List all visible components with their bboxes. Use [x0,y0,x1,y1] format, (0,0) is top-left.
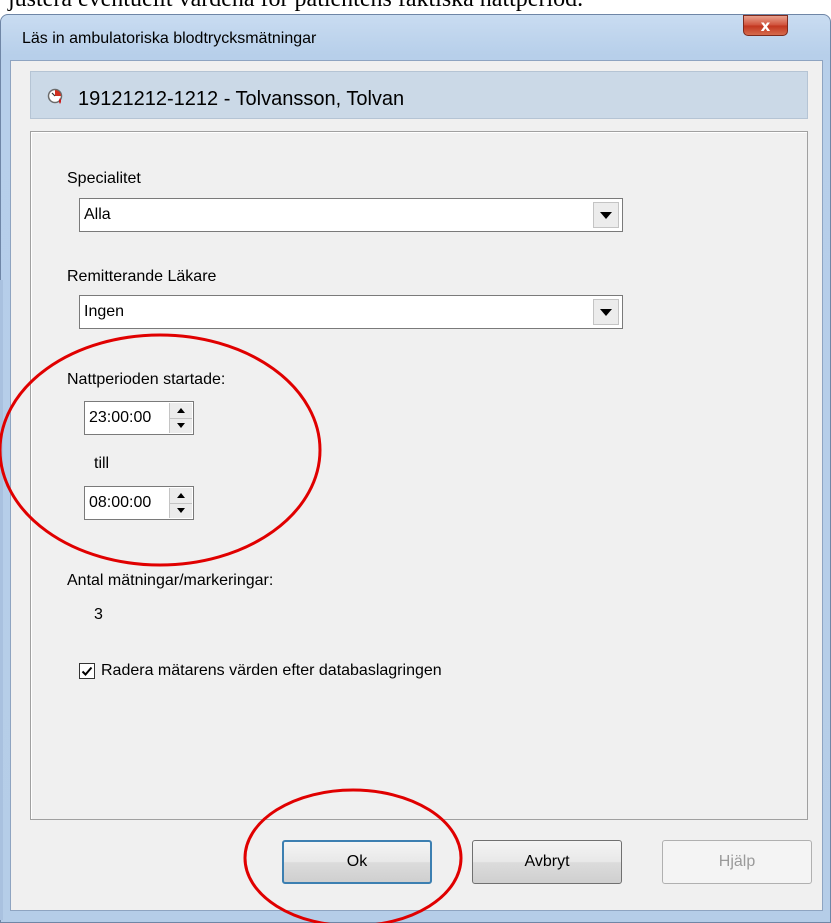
antal-matningar-label: Antal mätningar/markeringar: [67,572,274,589]
caret-up-icon [177,493,185,498]
remitterande-lakare-label: Remitterande Läkare [67,268,217,285]
start-time-increment-button[interactable] [170,403,192,419]
close-icon: x [760,16,771,35]
form-group-box [30,131,808,820]
nattperiod-start-label: Nattperioden startade: [67,371,226,388]
document-text: justera eventuellt värdena för patienten… [8,0,583,13]
checkmark-icon [81,666,93,676]
background-strip [0,280,3,920]
start-time-spinner[interactable]: 23:00:00 [84,401,194,435]
ok-button[interactable]: Ok [282,840,432,884]
start-time-value: 23:00:00 [89,409,152,426]
till-label: till [94,455,110,472]
patient-header-text: 19121212-1212 - Tolvansson, Tolvan [78,88,405,110]
remitterande-lakare-select-value: Ingen [84,303,125,320]
delete-values-checkbox[interactable] [79,663,95,679]
help-button[interactable]: Hjälp [662,840,812,884]
remitterande-dropdown-button[interactable] [593,299,619,325]
end-time-decrement-button[interactable] [170,503,192,518]
delete-values-label[interactable]: Radera mätarens värden efter databaslagr… [101,662,442,680]
caret-up-icon [177,408,185,413]
cancel-button[interactable]: Avbryt [472,840,622,884]
specialitet-select-value: Alla [84,206,111,223]
chevron-down-icon [600,308,612,316]
end-time-increment-button[interactable] [170,488,192,504]
end-time-spinner[interactable]: 08:00:00 [84,486,194,520]
antal-matningar-value: 3 [94,606,103,623]
specialitet-label: Specialitet [67,170,141,187]
caret-down-icon [177,423,185,428]
specialitet-dropdown-button[interactable] [593,202,619,228]
caret-down-icon [177,508,185,513]
remitterande-lakare-select[interactable]: Ingen [79,295,623,329]
start-time-spin-buttons [169,403,192,433]
chevron-down-icon [600,211,612,219]
specialitet-select[interactable]: Alla [79,198,623,232]
patient-record-icon [47,88,63,104]
window-title: Läs in ambulatoriska blodtrycksmätningar [22,30,317,47]
close-button[interactable]: x [743,15,788,36]
end-time-value: 08:00:00 [89,494,152,511]
start-time-decrement-button[interactable] [170,418,192,433]
end-time-spin-buttons [169,488,192,518]
